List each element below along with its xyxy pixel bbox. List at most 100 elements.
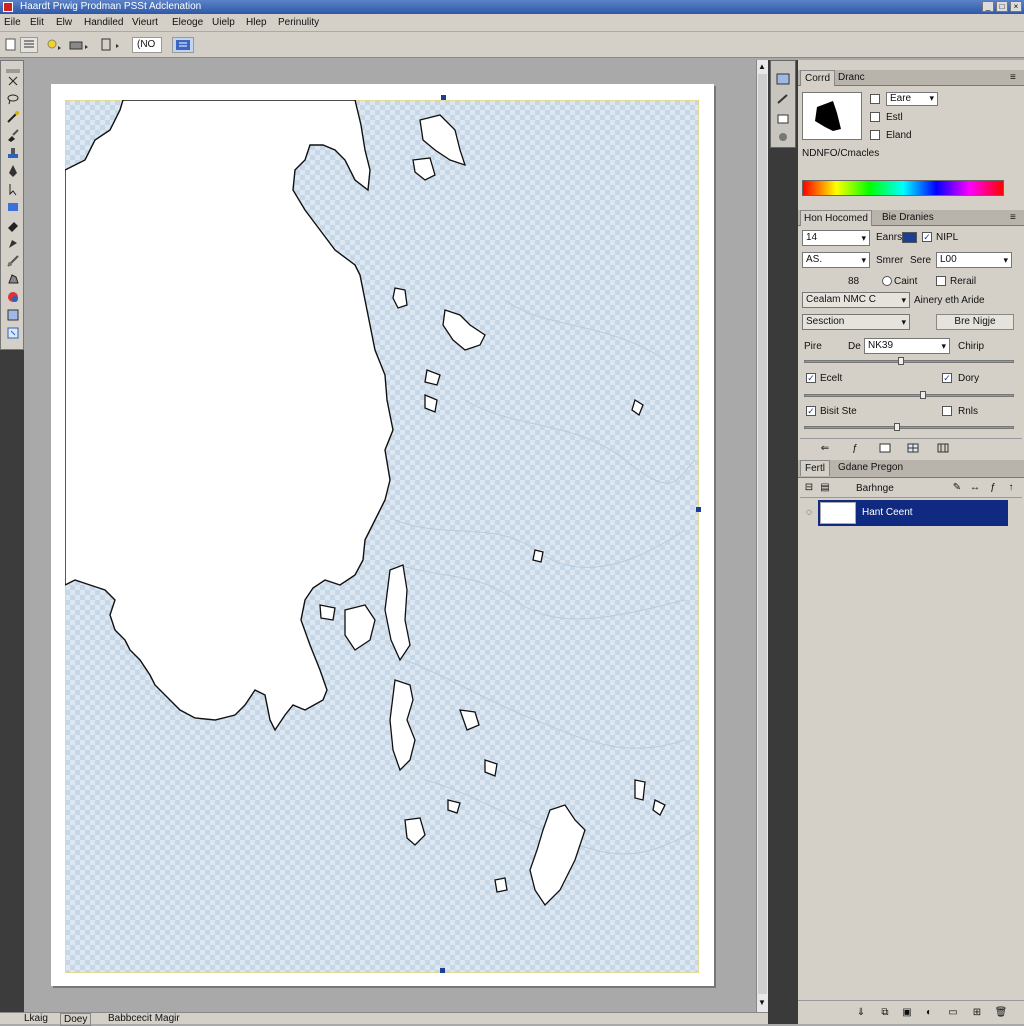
scroll-down-icon[interactable]: ▼ [758,998,766,1007]
slider-1[interactable] [804,360,1014,363]
new-layer-icon[interactable]: ⊞ [970,1007,984,1019]
link-layers-icon[interactable]: ⇓ [854,1007,868,1019]
tab-bie-dranies[interactable]: Bie Dranies [882,212,934,223]
print-icon[interactable] [68,37,90,53]
eraser-tool-icon[interactable] [4,217,21,232]
layer-opt-icon[interactable]: ▤ [818,482,832,494]
menu-item-handled[interactable]: Handiled [84,17,123,28]
character-menu-icon[interactable]: ≡ [1010,212,1016,223]
de-dropdown[interactable]: NK39 [864,338,950,354]
font-family-dropdown[interactable]: AS. [802,252,870,268]
scroll-thumb[interactable] [758,74,767,994]
swatch-icon[interactable] [902,232,917,243]
font-size-dropdown[interactable]: 14 [802,230,870,246]
navigator-check-b[interactable] [870,112,880,122]
menu-item-help[interactable]: Hlep [246,17,267,28]
menu-item-file[interactable]: Eile [4,17,21,28]
table-icon[interactable] [936,443,950,455]
layer-move-icon[interactable]: ↔ [968,482,982,494]
navigator-check-c[interactable] [870,130,880,140]
menu-item-eleoge[interactable]: Eleoge [172,17,203,28]
maximize-button[interactable]: □ [996,1,1008,12]
menu-item-perinulity[interactable]: Perinulity [278,17,319,28]
tab-hon-hocomed[interactable]: Hon Hocomed [800,210,872,226]
vertical-scrollbar[interactable]: ▲ ▼ [756,60,768,1012]
canvas-area[interactable] [24,60,756,1012]
dodge-tool-icon[interactable] [4,235,21,250]
grid-icon[interactable] [906,443,920,455]
menu-item-vieurt[interactable]: Vieurt [132,17,158,28]
new-doc-icon[interactable] [4,37,18,53]
menu-item-uielp[interactable]: Uielp [212,17,235,28]
canvas-handle-bottom[interactable] [440,968,445,973]
move-tool-icon[interactable] [4,73,21,88]
path-select-icon[interactable] [4,181,21,196]
layer-row-selected[interactable]: Hant Ceent [818,500,1008,526]
layer-text-icon[interactable]: ƒ [986,482,1000,494]
hand-tool-icon[interactable] [4,271,21,286]
map-icon[interactable] [172,37,194,53]
link-icon[interactable]: ⇐ [818,443,832,455]
menu-item-view[interactable]: Elw [56,17,72,28]
brush-preset-icon[interactable] [776,93,790,105]
layer-more-icon[interactable]: ↑ [1004,482,1018,494]
actions-icon[interactable] [776,131,790,143]
list-icon[interactable] [20,37,38,53]
navigator-dropdown[interactable]: Eare [886,92,938,106]
sere-dropdown[interactable]: L00 [936,252,1012,268]
menu-item-edit[interactable]: Elit [30,17,44,28]
lasso-tool-icon[interactable] [4,91,21,106]
status-tab[interactable]: Doey [60,1013,92,1026]
navigator-check-a[interactable] [870,94,880,104]
color-picker-icon[interactable] [4,289,21,304]
new-style-icon[interactable] [878,443,892,455]
canvas-handle-top[interactable] [441,95,446,100]
tab-dranc[interactable]: Dranc [838,72,865,83]
rnls-check[interactable] [942,406,952,416]
light-bulb-icon[interactable] [44,37,64,53]
slider-2-handle[interactable] [920,391,926,399]
group-icon[interactable]: ▭ [946,1007,960,1019]
color-spectrum-bar[interactable] [802,180,1004,196]
pen-tool-icon[interactable] [4,163,21,178]
visibility-eye-icon[interactable]: ◌ [802,507,816,519]
rerail-check[interactable] [936,276,946,286]
brush-tool-icon[interactable] [4,127,21,142]
layer-style-icon[interactable]: ⧉ [878,1007,892,1019]
ecelt-check[interactable]: ✓ [806,373,816,383]
tab-gdane-pregon[interactable]: Gdane Pregon [838,462,903,473]
bisit-check[interactable]: ✓ [806,406,816,416]
fx-icon[interactable]: ƒ [848,443,862,455]
history-icon[interactable] [776,113,790,125]
scroll-up-icon[interactable]: ▲ [758,62,766,71]
adjustment-layer-icon[interactable]: ◐ [922,1007,936,1019]
zoom-field[interactable]: (NO [132,37,162,53]
tab-fertl[interactable]: Fertl [800,460,830,476]
crop-tool-icon[interactable] [98,37,128,53]
smudge-tool-icon[interactable] [4,253,21,268]
layer-lock-icon[interactable]: ⊟ [802,482,816,494]
layer-row[interactable]: ◌ Hant Ceent [800,500,1008,526]
magic-wand-icon[interactable] [4,109,21,124]
panel-menu-icon[interactable]: ≡ [1010,72,1016,83]
dory-check[interactable]: ✓ [942,373,952,383]
bre-nigje-button[interactable]: Bre Nigje [936,314,1014,330]
stamp-tool-icon[interactable] [4,145,21,160]
quick-mask-icon[interactable] [4,307,21,322]
slider-1-handle[interactable] [898,357,904,365]
minimize-button[interactable]: _ [982,1,994,12]
canvas-handle-right[interactable] [696,507,701,512]
caint-radio[interactable] [882,276,892,286]
mode-check[interactable]: ✓ [922,232,932,242]
map-canvas[interactable] [65,100,699,973]
gradient-tool-icon[interactable] [4,199,21,214]
layer-mask-icon[interactable]: ▣ [900,1007,914,1019]
slider-3-handle[interactable] [894,423,900,431]
tab-corrd[interactable]: Corrd [800,70,836,86]
layer-brush-icon[interactable]: ✎ [950,482,964,494]
slider-3[interactable] [804,426,1014,429]
layer-name[interactable]: Hant Ceent [862,507,913,518]
delete-layer-icon[interactable]: 🗑 [994,1007,1008,1019]
close-button[interactable]: × [1010,1,1022,12]
section-dropdown[interactable]: Sesction [802,314,910,330]
